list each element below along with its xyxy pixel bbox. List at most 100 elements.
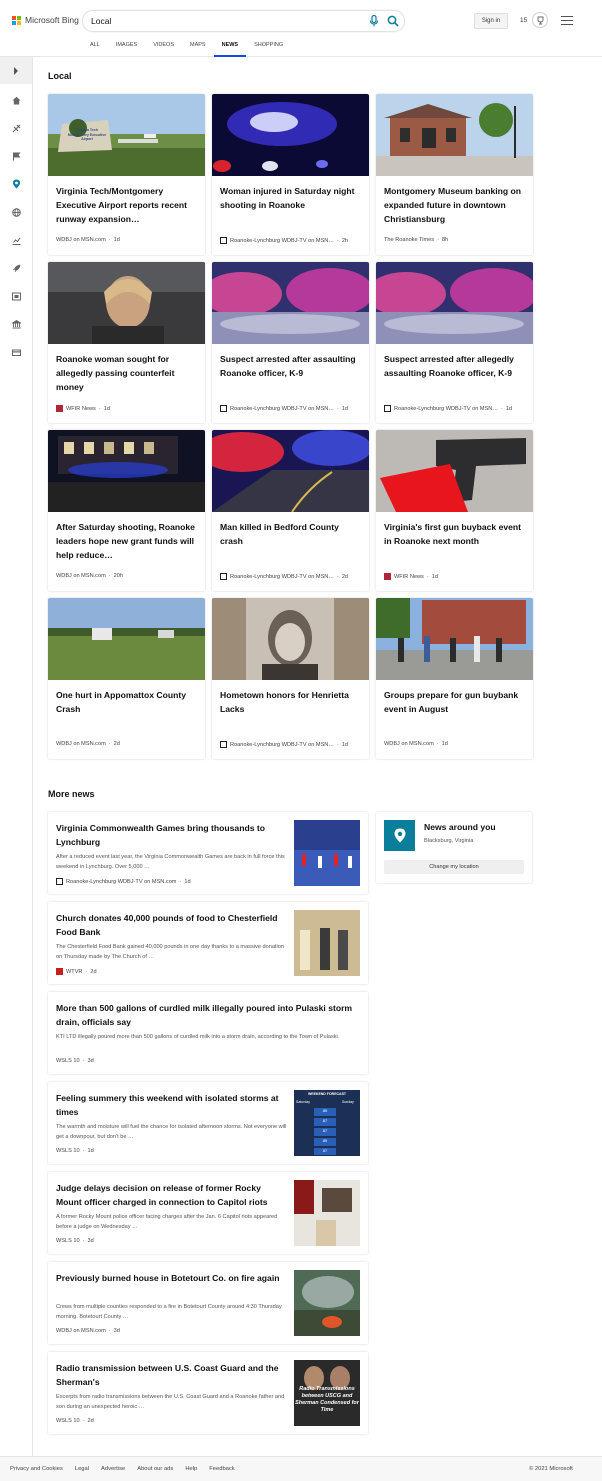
- footer-link-legal[interactable]: Legal: [75, 1466, 89, 1472]
- news-card[interactable]: Roanoke woman sought for allegedly passi…: [48, 262, 205, 423]
- wdbj-logo-icon: [384, 405, 391, 412]
- source-name: Roanoke-Lynchburg WDBJ-TV on MSN.com: [66, 878, 177, 885]
- wdbj-logo-icon: [220, 573, 227, 580]
- card-age: 20h: [113, 573, 123, 579]
- news-list-item[interactable]: Judge delays decision on release of form…: [48, 1172, 368, 1254]
- location-pin-icon[interactable]: [11, 179, 21, 189]
- news-card[interactable]: Man killed in Bedford County crash Roano…: [212, 430, 369, 591]
- news-item-title[interactable]: Previously burned house in Botetourt Co.…: [56, 1271, 286, 1285]
- rewards-trophy-icon[interactable]: [532, 12, 548, 28]
- news-list-item[interactable]: More than 500 gallons of curdled milk il…: [48, 992, 368, 1074]
- card-title[interactable]: Hometown honors for Henrietta Lacks: [220, 688, 362, 716]
- card-title[interactable]: Suspect arrested after allegedly assault…: [384, 352, 526, 380]
- forecast-row: 87: [314, 1128, 336, 1136]
- news-card[interactable]: After Saturday shooting, Roanoke leaders…: [48, 430, 205, 591]
- wtvr-logo-icon: [56, 968, 63, 975]
- footer-link-help[interactable]: Help: [185, 1466, 197, 1472]
- source-name: WSLS 10: [56, 1418, 80, 1424]
- card-title[interactable]: Groups prepare for gun buybank event in …: [384, 688, 526, 716]
- bing-logo[interactable]: Microsoft Bing: [12, 15, 79, 25]
- news-item-source: WDBJ on MSN.com · 3d: [56, 1328, 120, 1334]
- card-title[interactable]: Man killed in Bedford County crash: [220, 520, 362, 548]
- search-box[interactable]: Local: [82, 10, 405, 32]
- card-title[interactable]: Suspect arrested after assaulting Roanok…: [220, 352, 362, 380]
- news-item-title[interactable]: Feeling summery this weekend with isolat…: [56, 1091, 286, 1119]
- news-item-title[interactable]: Church donates 40,000 pounds of food to …: [56, 911, 286, 939]
- card-title[interactable]: Woman injured in Saturday night shooting…: [220, 184, 362, 212]
- news-around-you-panel: News around you Blacksburg, Virginia Cha…: [376, 812, 532, 883]
- footer: Privacy and Cookies Legal Advertise Abou…: [0, 1456, 602, 1481]
- wdbj-logo-icon: [220, 405, 227, 412]
- copyright: © 2021 Microsoft: [529, 1466, 573, 1472]
- sign-in-button[interactable]: Sign in: [474, 13, 508, 29]
- flag-icon[interactable]: [11, 151, 21, 161]
- forecast-row: 87: [314, 1118, 336, 1126]
- news-card[interactable]: Suspect arrested after allegedly assault…: [376, 262, 533, 423]
- news-list-item[interactable]: Radio transmission between U.S. Coast Gu…: [48, 1352, 368, 1434]
- home-icon[interactable]: [11, 95, 21, 105]
- hamburger-menu-icon[interactable]: [561, 16, 573, 25]
- card-title[interactable]: Virginia's first gun buyback event in Ro…: [384, 520, 526, 548]
- thumbnail-caption: Radio Transmissions between USCG and She…: [295, 1386, 359, 1413]
- news-card[interactable]: Virginia Tech Montgomery Executive Airpo…: [48, 94, 205, 255]
- footer-link-privacy[interactable]: Privacy and Cookies: [10, 1466, 63, 1472]
- news-card[interactable]: One hurt in Appomattox County Crash WDBJ…: [48, 598, 205, 759]
- news-card[interactable]: Suspect arrested after assaulting Roanok…: [212, 262, 369, 423]
- tab-videos[interactable]: VIDEOS: [145, 38, 182, 57]
- tab-all[interactable]: ALL: [82, 38, 108, 57]
- card-image: [376, 430, 533, 512]
- chart-icon[interactable]: [11, 235, 21, 245]
- card-image: [212, 94, 369, 176]
- news-item-source: WSLS 10 · 1d: [56, 1148, 94, 1154]
- satellite-icon[interactable]: [11, 123, 21, 133]
- news-list-item[interactable]: Church donates 40,000 pounds of food to …: [48, 902, 368, 984]
- news-list-item[interactable]: Feeling summery this weekend with isolat…: [48, 1082, 368, 1164]
- search-input[interactable]: Local: [91, 16, 111, 26]
- card-age: 2h: [341, 237, 349, 244]
- tab-images[interactable]: IMAGES: [108, 38, 145, 57]
- tab-maps[interactable]: MAPS: [182, 38, 214, 57]
- card-age: 2d: [113, 741, 120, 747]
- card-source: WFIR News · 1d: [56, 405, 110, 412]
- news-item-title[interactable]: More than 500 gallons of curdled milk il…: [56, 1001, 356, 1029]
- card-age: 1d: [431, 573, 438, 580]
- news-item-thumbnail: [294, 910, 360, 976]
- card-title[interactable]: Montgomery Museum banking on expanded fu…: [384, 184, 526, 226]
- tab-news[interactable]: NEWS: [213, 38, 247, 57]
- tab-shopping[interactable]: SHOPPING: [246, 38, 291, 57]
- news-item-age: 2d: [90, 968, 97, 975]
- card-title[interactable]: Roanoke woman sought for allegedly passi…: [56, 352, 198, 394]
- news-item-title[interactable]: Judge delays decision on release of form…: [56, 1181, 286, 1209]
- rocket-icon[interactable]: [11, 263, 21, 273]
- film-icon[interactable]: [11, 291, 21, 301]
- news-card[interactable]: Woman injured in Saturday night shooting…: [212, 94, 369, 255]
- news-item-title[interactable]: Virginia Commonwealth Games bring thousa…: [56, 821, 286, 849]
- globe-icon[interactable]: [11, 207, 21, 217]
- wfir-logo-icon: [56, 405, 63, 412]
- news-card[interactable]: Hometown honors for Henrietta Lacks Roan…: [212, 598, 369, 759]
- news-list-item[interactable]: Previously burned house in Botetourt Co.…: [48, 1262, 368, 1344]
- change-location-button[interactable]: Change my location: [384, 860, 524, 874]
- news-list-item[interactable]: Virginia Commonwealth Games bring thousa…: [48, 812, 368, 894]
- rewards-count[interactable]: 15: [520, 17, 527, 24]
- card-image: [212, 598, 369, 680]
- card-image-sign-text: Virginia Tech Montgomery Executive Airpo…: [67, 128, 107, 141]
- card-age: 8h: [441, 237, 449, 243]
- search-tabs: ALL IMAGES VIDEOS MAPS NEWS SHOPPING: [82, 38, 291, 57]
- card-title[interactable]: After Saturday shooting, Roanoke leaders…: [56, 520, 198, 562]
- news-item-title[interactable]: Radio transmission between U.S. Coast Gu…: [56, 1361, 286, 1389]
- footer-link-feedback[interactable]: Feedback: [209, 1466, 234, 1472]
- expand-rail-button[interactable]: [0, 57, 32, 84]
- footer-link-advertise[interactable]: Advertise: [101, 1466, 125, 1472]
- search-icon[interactable]: [387, 15, 399, 27]
- news-card[interactable]: Virginia's first gun buyback event in Ro…: [376, 430, 533, 591]
- bank-icon[interactable]: [11, 319, 21, 329]
- news-card[interactable]: Montgomery Museum banking on expanded fu…: [376, 94, 533, 255]
- news-card[interactable]: Groups prepare for gun buybank event in …: [376, 598, 533, 759]
- card-title[interactable]: One hurt in Appomattox County Crash: [56, 688, 198, 716]
- card-title[interactable]: Virginia Tech/Montgomery Executive Airpo…: [56, 184, 198, 226]
- footer-link-about-ads[interactable]: About our ads: [137, 1466, 173, 1472]
- microphone-icon[interactable]: [369, 15, 379, 27]
- credit-card-icon[interactable]: [11, 347, 21, 357]
- card-age: 1d: [113, 237, 120, 243]
